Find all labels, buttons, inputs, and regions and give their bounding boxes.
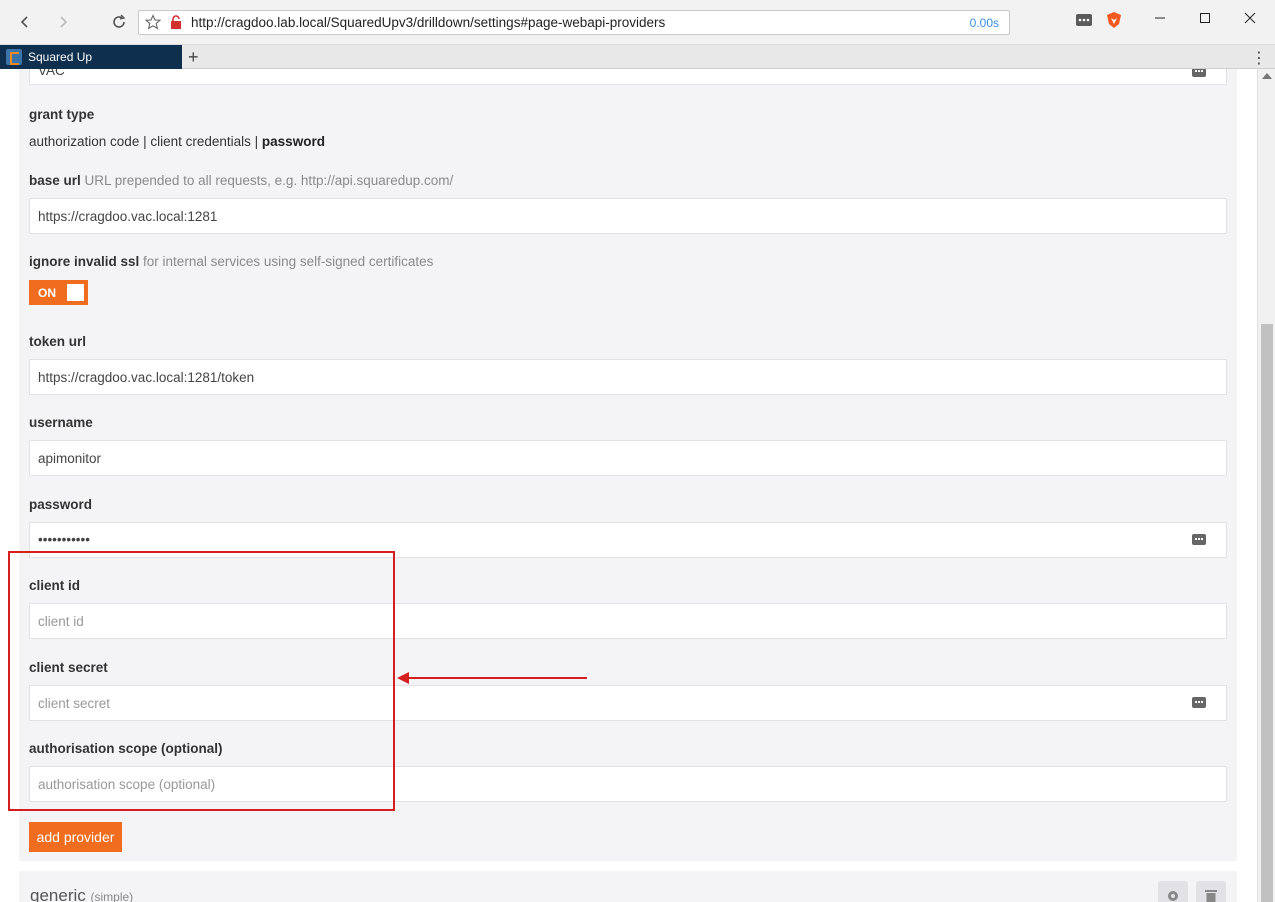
ignore-ssl-toggle[interactable]: ON (29, 280, 88, 305)
grant-separator: | (250, 134, 262, 149)
base-url-value: https://cragdoo.vac.local:1281 (38, 209, 218, 224)
password-manager-fill-icon[interactable] (1192, 697, 1206, 708)
url-text: http://cragdoo.lab.local/SquaredUpv3/dri… (191, 15, 666, 30)
provider-name-text: generic (30, 886, 86, 902)
password-manager-fill-icon[interactable] (1192, 534, 1206, 545)
grant-option-authorization-code[interactable]: authorization code (29, 134, 139, 149)
top-select-field[interactable]: VAC (29, 69, 1227, 85)
password-manager-icon[interactable] (1075, 11, 1093, 29)
password-label: password (29, 497, 93, 512)
add-provider-button[interactable]: add provider (29, 822, 122, 852)
page-viewport: VAC grant type authorization code | clie… (0, 69, 1257, 902)
tab-strip: Squared Up + ⋮ (0, 45, 1275, 69)
username-value: apimonitor (38, 451, 102, 466)
toggle-state: ON (38, 286, 56, 300)
settings-gear-icon[interactable] (1158, 881, 1188, 902)
annotation-arrow-line (407, 677, 587, 679)
toggle-knob (67, 284, 84, 301)
ignore-ssl-label-text: ignore invalid ssl (29, 254, 140, 269)
insecure-lock-icon[interactable] (169, 15, 183, 34)
base-url-hint: URL prepended to all requests, e.g. http… (84, 173, 454, 188)
base-url-label-text: base url (29, 173, 81, 188)
grant-type-options: authorization code | client credentials … (29, 134, 325, 149)
annotation-arrow-head (397, 672, 409, 684)
base-url-input[interactable]: https://cragdoo.vac.local:1281 (29, 198, 1227, 234)
ignore-ssl-hint: for internal services using self-signed … (143, 254, 434, 269)
delete-trash-icon[interactable] (1196, 881, 1226, 902)
base-url-label: base url URL prepended to all requests, … (29, 173, 453, 188)
address-bar[interactable]: http://cragdoo.lab.local/SquaredUpv3/dri… (138, 10, 1010, 35)
username-input[interactable]: apimonitor (29, 440, 1227, 476)
browser-menu-icon[interactable]: ⋮ (1251, 48, 1267, 68)
browser-toolbar: http://cragdoo.lab.local/SquaredUpv3/dri… (0, 0, 1275, 45)
ignore-ssl-label: ignore invalid ssl for internal services… (29, 254, 433, 269)
load-time: 0.00s (969, 16, 999, 30)
tab-squared-up[interactable]: Squared Up (0, 45, 182, 69)
grant-option-password[interactable]: password (262, 134, 325, 149)
forward-icon[interactable] (52, 11, 74, 33)
password-value: ••••••••••• (38, 532, 90, 547)
squared-up-favicon-icon (6, 49, 22, 65)
minimize-icon[interactable] (1137, 0, 1183, 36)
top-select-value: VAC (38, 69, 65, 78)
bookmark-star-icon[interactable] (144, 14, 162, 35)
close-window-icon[interactable] (1227, 0, 1273, 36)
new-tab-button[interactable]: + (188, 47, 199, 68)
token-url-input[interactable]: https://cragdoo.vac.local:1281/token (29, 359, 1227, 395)
maximize-icon[interactable] (1182, 0, 1228, 36)
reload-icon[interactable] (108, 11, 130, 33)
username-label: username (29, 415, 93, 430)
scrollbar-thumb[interactable] (1261, 324, 1273, 902)
grant-option-client-credentials[interactable]: client credentials (150, 134, 251, 149)
scroll-up-icon[interactable] (1262, 73, 1272, 79)
grant-separator: | (139, 134, 151, 149)
token-url-label: token url (29, 334, 87, 349)
vertical-scrollbar[interactable] (1257, 69, 1275, 902)
provider-row-panel (19, 871, 1237, 902)
grant-type-label: grant type (29, 107, 95, 122)
tab-title: Squared Up (28, 50, 93, 64)
provider-type: (simple) (90, 890, 134, 902)
brave-shield-icon[interactable] (1105, 11, 1123, 29)
annotation-highlight-box (8, 551, 395, 811)
provider-name: generic (simple) (30, 886, 133, 902)
dropdown-icon[interactable] (1192, 69, 1206, 77)
token-url-value: https://cragdoo.vac.local:1281/token (38, 370, 255, 385)
back-icon[interactable] (14, 11, 36, 33)
